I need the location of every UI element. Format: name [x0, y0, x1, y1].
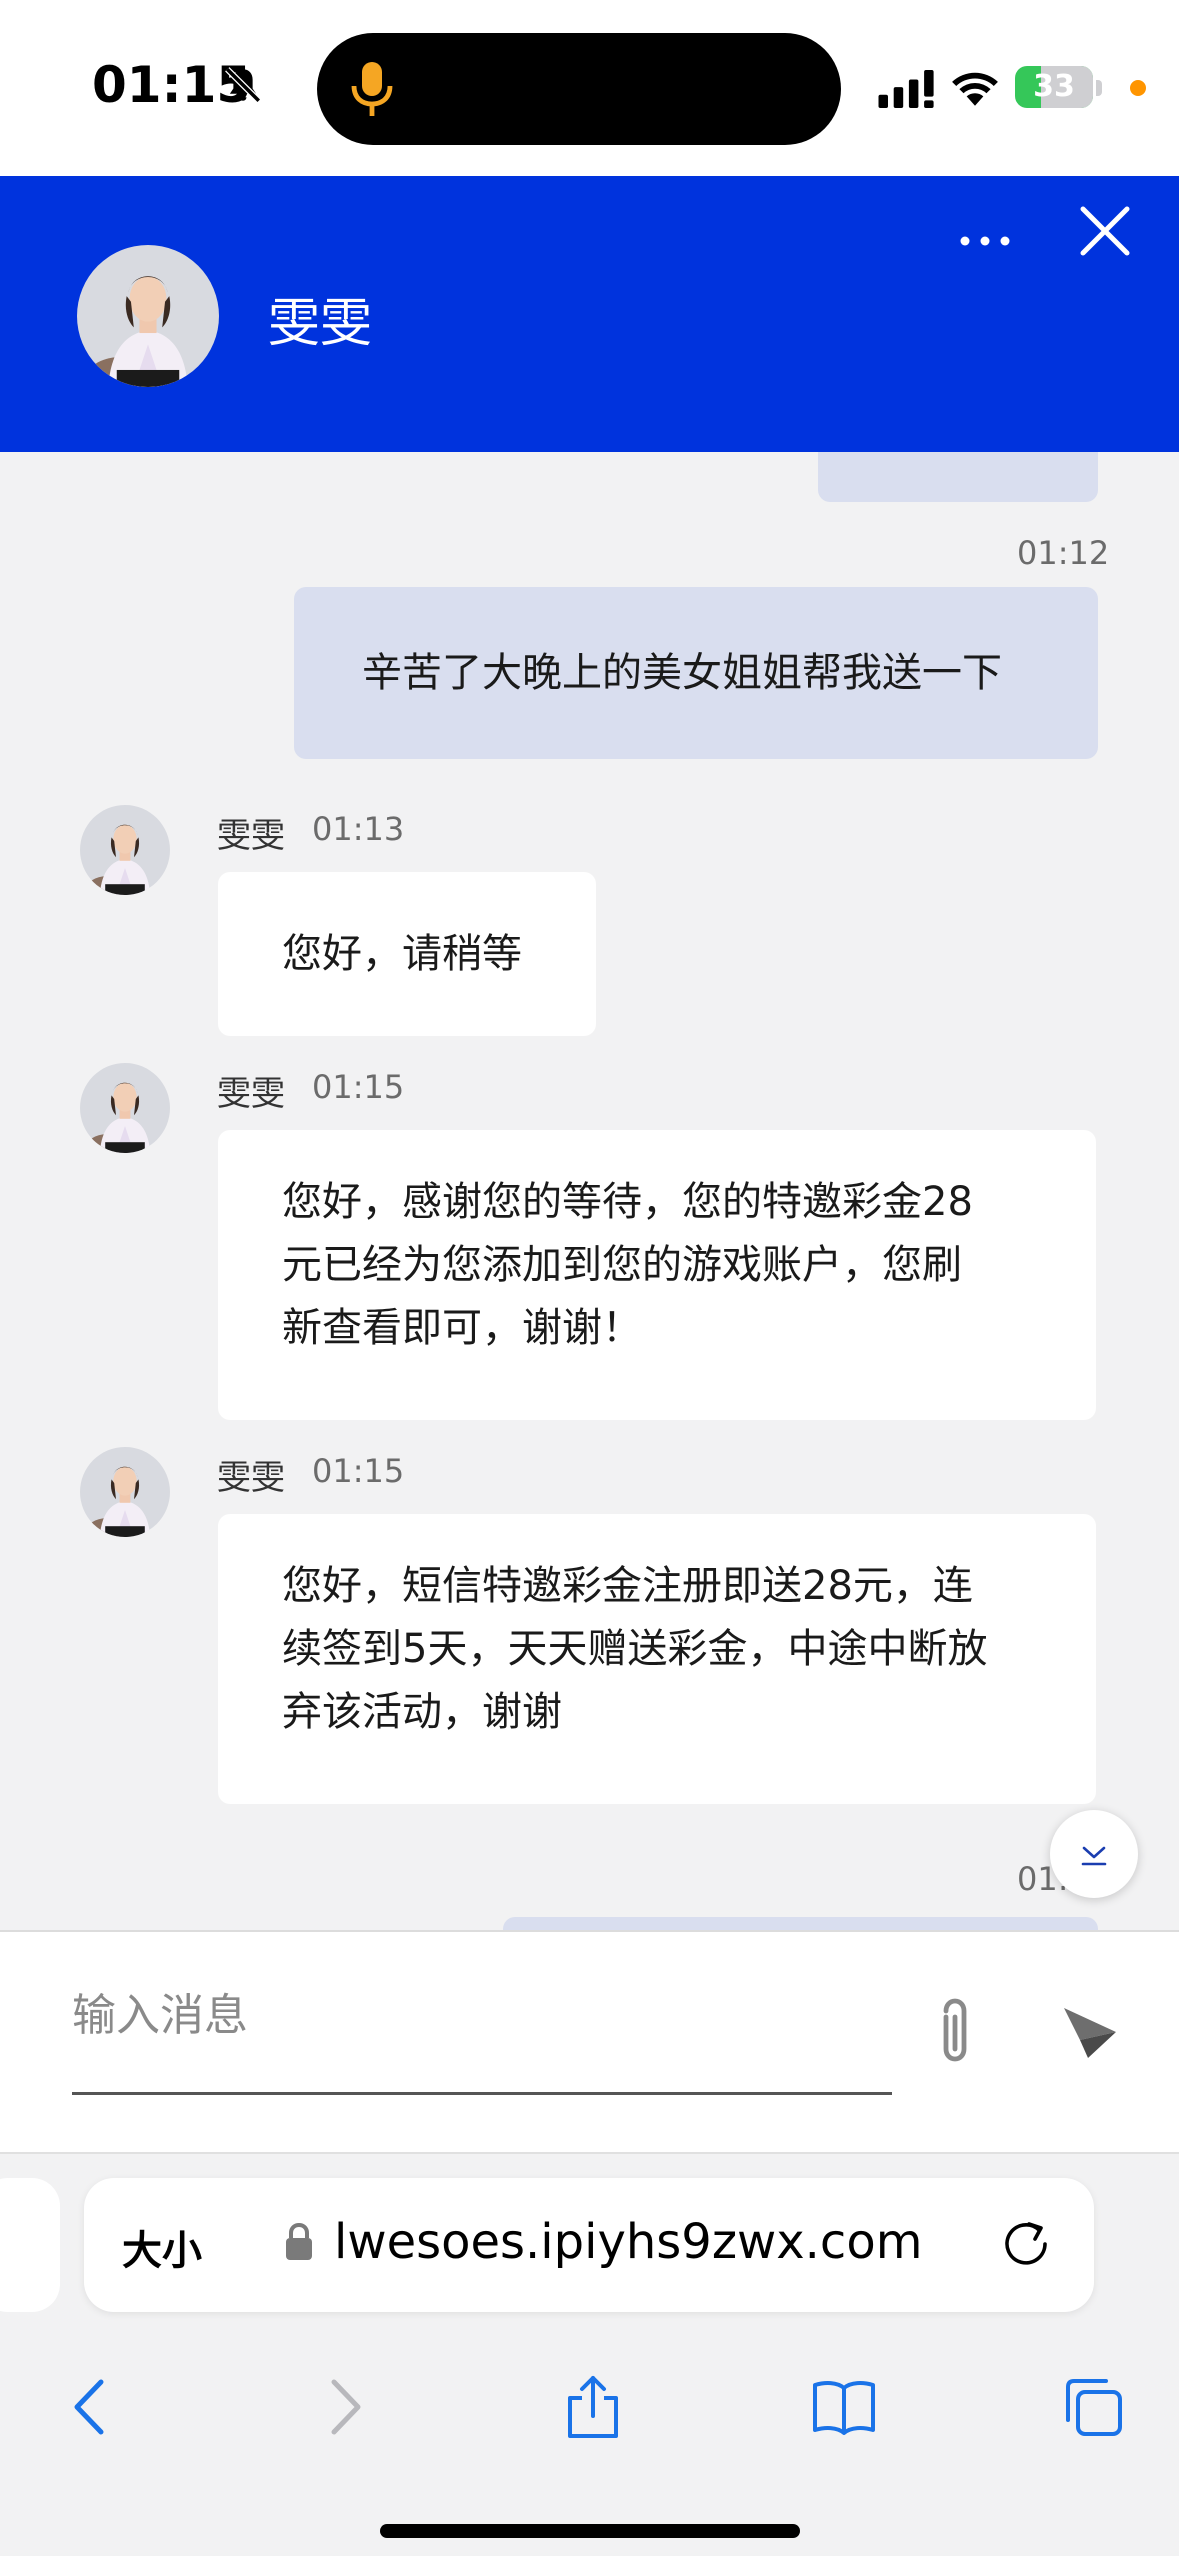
message-text-line: 元已经为您添加到您的游戏账户，您刷 — [282, 1242, 962, 1288]
avatar — [80, 1063, 170, 1153]
privacy-indicator-dot — [1130, 80, 1146, 96]
message-text-line: 新查看即可，谢谢！ — [282, 1305, 642, 1351]
more-icon[interactable] — [955, 221, 1015, 261]
url-text: lwesoes.ipiyhs9zwx.com — [334, 2214, 923, 2270]
message-bubble-incoming: 您好，感谢您的等待，您的特邀彩金28 元已经为您添加到您的游戏账户，您刷 新查看… — [218, 1130, 1096, 1420]
bookmarks-button[interactable] — [781, 2344, 901, 2464]
scroll-to-bottom-button[interactable] — [1050, 1810, 1138, 1898]
chevron-down-icon — [1081, 1846, 1107, 1866]
paperclip-icon[interactable] — [930, 1997, 980, 2069]
message-text-line: 您好，短信特邀彩金注册即送28元，连 — [282, 1563, 973, 1609]
forward-button[interactable] — [282, 2344, 402, 2464]
back-button[interactable] — [27, 2344, 147, 2464]
bell-slash-icon — [225, 67, 261, 103]
message-time: 01:15 — [312, 1068, 405, 1106]
share-button[interactable] — [530, 2344, 650, 2464]
signal-icon — [878, 70, 934, 108]
browser-chrome: 大小 lwesoes.ipiyhs9zwx.com — [0, 2152, 1179, 2556]
message-text-line: 续签到5天，天天赠送彩金，中途中断放 — [282, 1626, 988, 1672]
message-sender: 雯雯 — [217, 1458, 285, 1498]
close-icon[interactable] — [1075, 201, 1135, 261]
forward-icon — [331, 2379, 361, 2435]
dynamic-island — [317, 33, 841, 145]
message-time: 01:12 — [1017, 534, 1110, 572]
status-bar: 01:15 33 — [0, 0, 1179, 176]
message-input[interactable] — [72, 1977, 892, 2053]
browser-toolbar — [0, 2344, 1179, 2464]
message-text-line: 您好，感谢您的等待，您的特邀彩金28 — [282, 1179, 973, 1225]
tabs-button[interactable] — [1030, 2344, 1150, 2464]
share-icon — [568, 2376, 618, 2438]
message-bubble-incoming: 您好，请稍等 — [218, 872, 596, 1036]
message-bubble-outgoing: 辛苦了大晚上的美女姐姐帮我送一下 — [294, 587, 1098, 759]
previous-tab-preview[interactable] — [0, 2178, 60, 2312]
battery-percent: 33 — [1033, 69, 1075, 104]
lock-icon — [286, 2222, 312, 2260]
chat-header: 雯雯 — [0, 176, 1179, 452]
tabs-icon — [1066, 2379, 1122, 2436]
message-text-line: 弃该活动，谢谢 — [282, 1689, 562, 1735]
avatar — [77, 245, 219, 387]
message-text: 辛苦了大晚上的美女姐姐帮我送一下 — [362, 650, 1002, 696]
input-underline — [72, 2092, 892, 2095]
message-sender: 雯雯 — [217, 816, 285, 856]
avatar — [80, 1447, 170, 1537]
message-bubble-outgoing — [818, 452, 1098, 502]
message-time: 01:13 — [312, 810, 405, 848]
text-size-button[interactable]: 大小 — [122, 2218, 202, 2276]
message-sender: 雯雯 — [217, 1074, 285, 1114]
agent-name: 雯雯 — [268, 294, 373, 354]
message-text: 您好，请稍等 — [282, 931, 522, 977]
battery-indicator: 33 — [1015, 66, 1093, 108]
address-bar[interactable]: 大小 lwesoes.ipiyhs9zwx.com — [84, 2178, 1094, 2312]
bookmarks-icon — [813, 2381, 875, 2435]
back-icon — [74, 2379, 104, 2435]
home-indicator — [380, 2524, 800, 2538]
wifi-icon — [952, 72, 998, 106]
battery-cap — [1096, 80, 1102, 96]
send-icon[interactable] — [1060, 2002, 1120, 2062]
message-composer — [0, 1930, 1179, 2152]
message-list[interactable]: 01:12 辛苦了大晚上的美女姐姐帮我送一下 雯雯 01:13 您好，请稍等 雯… — [0, 452, 1179, 1930]
avatar — [80, 805, 170, 895]
microphone-icon — [351, 62, 393, 116]
message-bubble-outgoing — [503, 1917, 1098, 1930]
message-bubble-incoming: 您好，短信特邀彩金注册即送28元，连 续签到5天，天天赠送彩金，中途中断放 弃该… — [218, 1514, 1096, 1804]
reload-icon[interactable] — [999, 2216, 1055, 2272]
message-time: 01:15 — [312, 1452, 405, 1490]
